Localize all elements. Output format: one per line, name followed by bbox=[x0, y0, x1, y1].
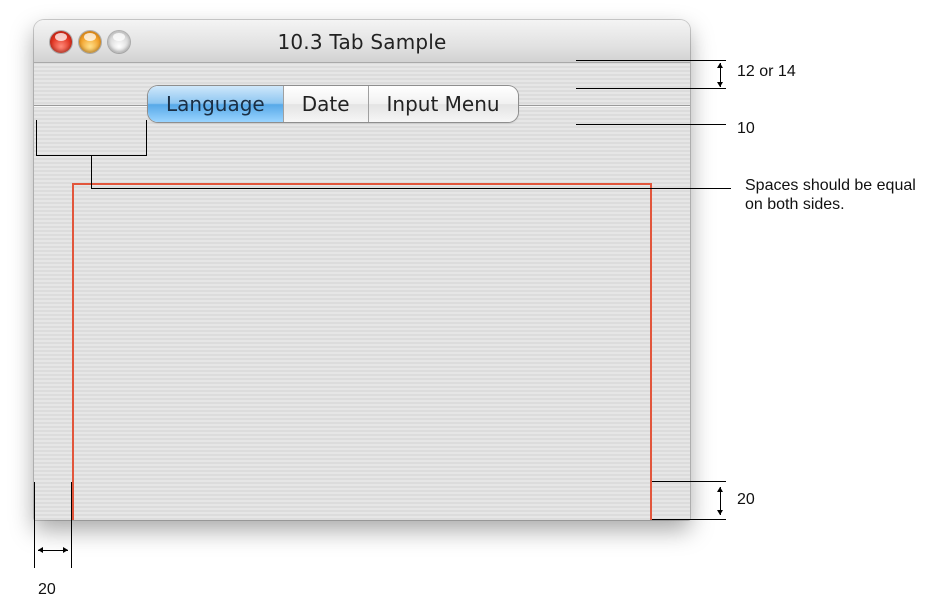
content-area: Language Date Input Menu bbox=[34, 63, 690, 520]
annotation-arrow-bottom bbox=[717, 487, 723, 515]
annotation-line-10 bbox=[576, 124, 726, 125]
annotation-stem bbox=[91, 155, 92, 189]
annotation-line-window-left bbox=[34, 482, 35, 568]
tab-input-menu[interactable]: Input Menu bbox=[369, 86, 518, 122]
tab-control: Language Date Input Menu bbox=[148, 86, 518, 122]
tab-content-area bbox=[72, 183, 652, 520]
annotation-bracket-right bbox=[146, 120, 147, 156]
annotation-arrow-left bbox=[38, 547, 68, 553]
annotation-leader bbox=[91, 188, 731, 189]
window: 10.3 Tab Sample Language Date Input Menu bbox=[34, 20, 690, 520]
annotation-label-equal: Spaces should be equal on both sides. bbox=[745, 177, 916, 213]
annotation-label-bottom: 20 bbox=[737, 491, 755, 508]
stage: 10.3 Tab Sample Language Date Input Menu… bbox=[0, 0, 935, 600]
tab-date[interactable]: Date bbox=[284, 86, 369, 122]
tab-language[interactable]: Language bbox=[148, 86, 284, 122]
annotation-label-top: 12 or 14 bbox=[737, 63, 796, 80]
window-title: 10.3 Tab Sample bbox=[277, 30, 447, 54]
annotation-line-top bbox=[576, 60, 726, 61]
annotation-label-left: 20 bbox=[38, 581, 56, 598]
annotation-line-tab-top bbox=[576, 88, 726, 89]
annotation-line-box-bottom bbox=[652, 481, 726, 482]
annotation-bracket-left bbox=[36, 120, 37, 156]
annotation-label-10: 10 bbox=[737, 120, 755, 137]
annotation-line-window-bottom bbox=[652, 519, 726, 520]
annotation-arrow-top bbox=[717, 63, 723, 87]
annotation-line-box-left bbox=[71, 482, 72, 568]
title-bar: 10.3 Tab Sample bbox=[34, 20, 690, 63]
